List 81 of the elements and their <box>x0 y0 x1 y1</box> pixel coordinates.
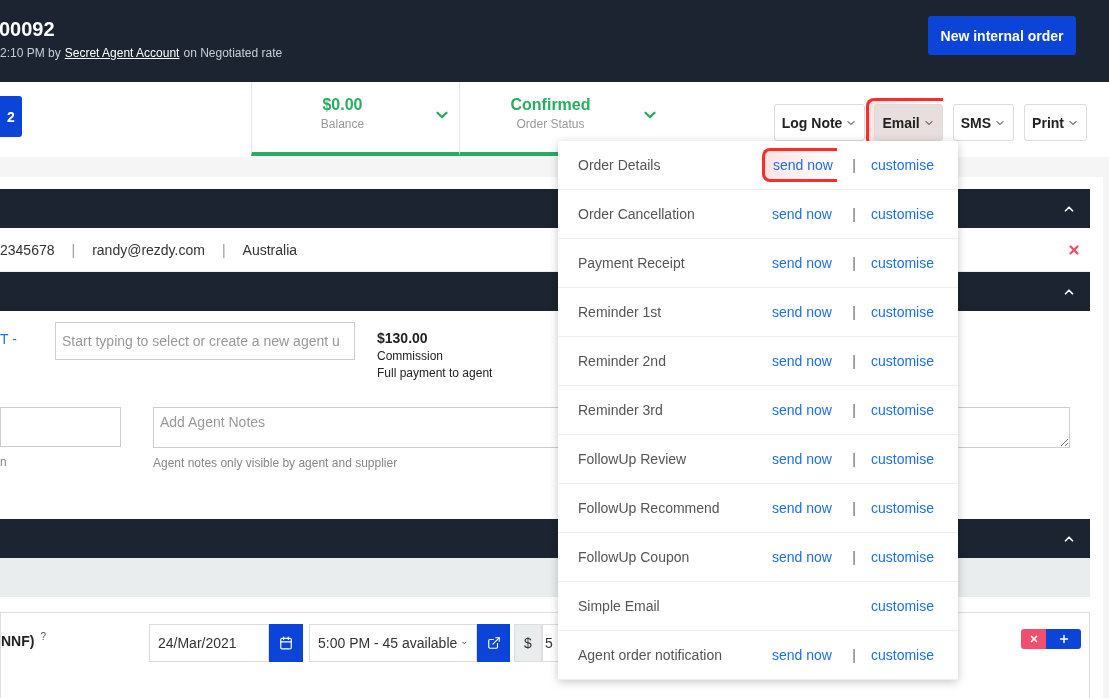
agent-search-field[interactable]: Start typing to select or create a new agent u <box>55 322 355 360</box>
external-link-icon[interactable] <box>477 624 510 662</box>
status-value: $0.00 <box>322 95 363 114</box>
send-now-link[interactable]: send now <box>772 451 832 467</box>
send-now-link[interactable]: send now <box>772 500 832 516</box>
payment-note: Full payment to agent <box>377 366 493 380</box>
customise-link[interactable]: customise <box>871 206 935 222</box>
customise-link[interactable]: customise <box>871 157 935 173</box>
email-template-label: FollowUp Recommend <box>578 500 721 516</box>
action-dropdown-button[interactable]: Email <box>874 104 943 141</box>
status-label: Balance <box>320 116 365 131</box>
separator-text: | <box>852 549 856 565</box>
status-card[interactable]: $0.00 Balance <box>251 82 459 156</box>
customise-link[interactable]: customise <box>871 451 935 467</box>
customise-link[interactable]: customise <box>871 598 935 614</box>
remove-icon[interactable] <box>1067 242 1081 257</box>
send-now-link[interactable]: send now <box>773 157 833 173</box>
email-template-label: Reminder 3rd <box>578 402 664 418</box>
separator-text: | <box>852 402 856 418</box>
separator-text: | <box>852 255 856 271</box>
customise-link[interactable]: customise <box>871 255 935 271</box>
action-dropdown-button[interactable]: Log Note <box>773 104 866 141</box>
separator-text: | <box>852 304 856 320</box>
date-field[interactable]: 24/Mar/2021 <box>149 624 269 662</box>
email-template-label: FollowUp Coupon <box>578 549 691 565</box>
customise-link[interactable]: customise <box>871 549 935 565</box>
commission-amount: $130.00 <box>377 330 429 346</box>
separator-text: | <box>852 647 856 663</box>
customise-link[interactable]: customise <box>871 402 935 418</box>
contact-email: randy@rezdy.com <box>92 241 205 258</box>
contact-country: Australia <box>242 241 298 258</box>
separator-text: | <box>221 241 226 258</box>
input-field[interactable] <box>0 407 121 447</box>
new-order-button[interactable]: New internal order <box>928 16 1076 55</box>
customise-link[interactable]: customise <box>871 353 935 369</box>
send-now-link[interactable]: send now <box>772 353 832 369</box>
send-now-link[interactable]: send now <box>772 549 832 565</box>
email-template-label: Agent order notification <box>578 647 723 663</box>
email-template-label: FollowUp Review <box>578 451 688 467</box>
email-template-label: Reminder 2nd <box>578 353 667 369</box>
order-button[interactable]: 2 <box>0 96 22 137</box>
separator-text: | <box>71 241 76 258</box>
agent-link[interactable]: Secret Agent Account <box>64 46 180 60</box>
separator-text: | <box>852 157 856 173</box>
order-title: 00092 <box>0 18 56 41</box>
currency-addon: $ <box>514 624 542 662</box>
calendar-icon[interactable] <box>269 624 303 662</box>
status-value: Confirmed <box>510 95 591 114</box>
close-icon <box>1028 634 1039 644</box>
separator-text: | <box>852 206 856 222</box>
send-now-link[interactable]: send now <box>772 206 832 222</box>
email-template-label: Order Details <box>578 157 662 173</box>
field-hint: n <box>0 455 7 469</box>
product-name: NNF) $^{?}$ <box>1 631 47 649</box>
send-now-link[interactable]: send now <box>772 402 832 418</box>
plus-icon <box>1057 633 1070 645</box>
send-now-link[interactable]: send now <box>772 304 832 320</box>
remove-button[interactable] <box>1021 629 1046 649</box>
subtitle-text: 2:10 PM by <box>0 46 61 60</box>
send-now-link[interactable]: send now <box>772 255 832 271</box>
action-dropdown-button[interactable]: SMS <box>952 104 1015 141</box>
action-dropdown-button[interactable]: Print <box>1024 104 1087 141</box>
email-template-label: Reminder 1st <box>578 304 663 320</box>
status-label: Order Status <box>516 116 585 131</box>
customise-link[interactable]: customise <box>871 647 935 663</box>
customise-link[interactable]: customise <box>871 304 935 320</box>
separator-text: | <box>852 353 856 369</box>
separator-text: | <box>852 451 856 467</box>
agent-notes-hint: Agent notes only visible by agent and supplier <box>153 456 398 470</box>
email-template-label: Simple Email <box>578 598 661 614</box>
separator-text: | <box>852 500 856 516</box>
session-select[interactable]: 5:00 PM - 45 available <box>309 624 477 662</box>
subtitle-text: on Negotiated rate <box>183 46 283 60</box>
add-button[interactable] <box>1046 629 1081 649</box>
customise-link[interactable]: customise <box>871 500 935 516</box>
email-template-label: Order Cancellation <box>578 206 696 222</box>
send-now-link[interactable]: send now <box>772 647 832 663</box>
contact-phone: 2345678 <box>0 241 55 258</box>
commission-label: Commission <box>377 349 444 363</box>
email-template-label: Payment Receipt <box>578 255 686 271</box>
agent-link[interactable]: T - <box>0 331 55 347</box>
